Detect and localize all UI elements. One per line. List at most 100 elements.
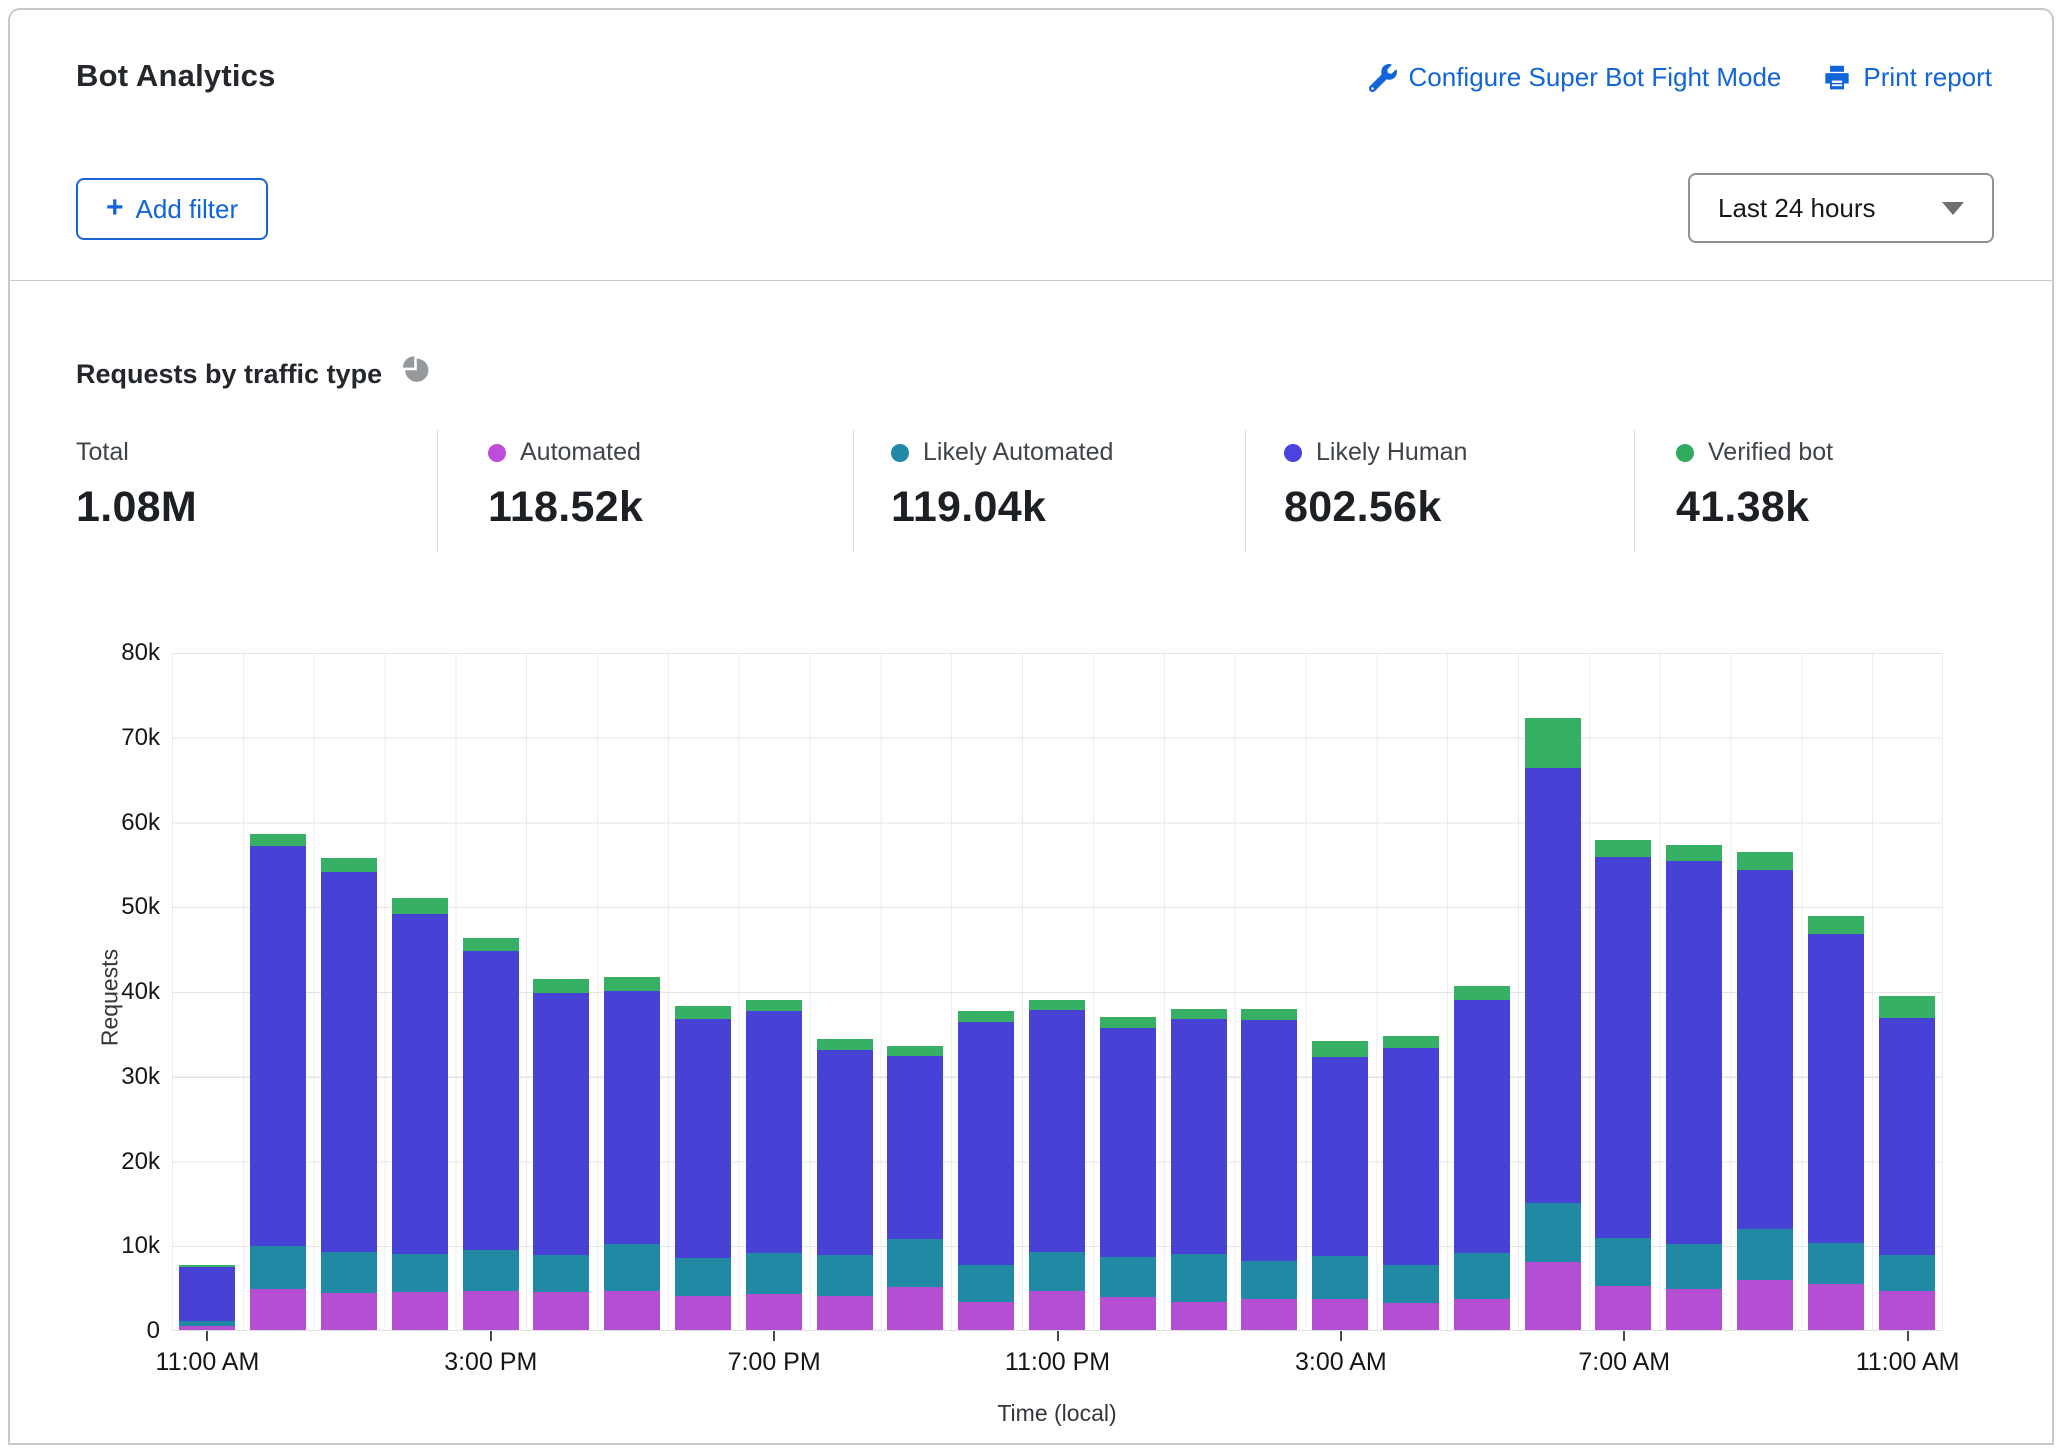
bar-segment-likely_automated[interactable] bbox=[533, 1255, 589, 1292]
stacked-bar[interactable] bbox=[463, 938, 519, 1330]
bar-segment-automated[interactable] bbox=[392, 1292, 448, 1330]
stacked-bar[interactable] bbox=[887, 1046, 943, 1330]
bar-segment-likely_human[interactable] bbox=[392, 914, 448, 1254]
bar-segment-verified_bot[interactable] bbox=[675, 1006, 731, 1019]
bar-segment-automated[interactable] bbox=[1241, 1299, 1297, 1330]
bar-segment-verified_bot[interactable] bbox=[817, 1039, 873, 1050]
bar-segment-verified_bot[interactable] bbox=[958, 1011, 1014, 1022]
bar-segment-automated[interactable] bbox=[746, 1294, 802, 1330]
bar-segment-automated[interactable] bbox=[958, 1302, 1014, 1330]
bar-segment-verified_bot[interactable] bbox=[1666, 845, 1722, 862]
bar-segment-automated[interactable] bbox=[1312, 1299, 1368, 1330]
bar-segment-likely_automated[interactable] bbox=[958, 1265, 1014, 1302]
bar-segment-likely_automated[interactable] bbox=[1595, 1238, 1651, 1286]
stacked-bar[interactable] bbox=[1454, 986, 1510, 1330]
bar-segment-automated[interactable] bbox=[817, 1296, 873, 1330]
bar-segment-likely_automated[interactable] bbox=[463, 1250, 519, 1291]
bar-segment-automated[interactable] bbox=[1879, 1291, 1935, 1330]
configure-super-bot-fight-mode-link[interactable]: Configure Super Bot Fight Mode bbox=[1369, 62, 1782, 93]
bar-segment-likely_human[interactable] bbox=[1454, 1000, 1510, 1254]
stacked-bar[interactable] bbox=[1029, 1000, 1085, 1330]
bar-segment-likely_human[interactable] bbox=[321, 872, 377, 1251]
stacked-bar[interactable] bbox=[1595, 840, 1651, 1330]
bar-segment-likely_human[interactable] bbox=[1879, 1018, 1935, 1255]
bar-segment-likely_automated[interactable] bbox=[887, 1239, 943, 1288]
bar-segment-verified_bot[interactable] bbox=[463, 938, 519, 952]
bar-segment-likely_human[interactable] bbox=[250, 846, 306, 1246]
bar-segment-likely_human[interactable] bbox=[1595, 857, 1651, 1238]
bar-segment-verified_bot[interactable] bbox=[1100, 1017, 1156, 1028]
bar-segment-automated[interactable] bbox=[1595, 1286, 1651, 1330]
bar-segment-likely_human[interactable] bbox=[179, 1267, 235, 1321]
bar-segment-likely_automated[interactable] bbox=[392, 1254, 448, 1292]
stacked-bar[interactable] bbox=[1171, 1009, 1227, 1330]
stacked-bar[interactable] bbox=[746, 1000, 802, 1330]
bar-segment-likely_human[interactable] bbox=[1241, 1020, 1297, 1261]
bar-segment-likely_automated[interactable] bbox=[1879, 1255, 1935, 1291]
bar-segment-verified_bot[interactable] bbox=[1595, 840, 1651, 857]
add-filter-button[interactable]: + Add filter bbox=[76, 178, 268, 240]
bar-segment-likely_human[interactable] bbox=[1808, 934, 1864, 1243]
bar-segment-likely_human[interactable] bbox=[1171, 1019, 1227, 1254]
bar-segment-verified_bot[interactable] bbox=[392, 898, 448, 914]
bar-segment-automated[interactable] bbox=[321, 1293, 377, 1330]
stacked-bar[interactable] bbox=[1241, 1009, 1297, 1330]
bar-segment-verified_bot[interactable] bbox=[887, 1046, 943, 1056]
bar-segment-likely_automated[interactable] bbox=[1241, 1261, 1297, 1299]
bar-segment-likely_automated[interactable] bbox=[1312, 1256, 1368, 1298]
stacked-bar[interactable] bbox=[179, 1265, 235, 1330]
bar-segment-likely_human[interactable] bbox=[604, 991, 660, 1244]
bar-segment-verified_bot[interactable] bbox=[1171, 1009, 1227, 1019]
bar-segment-verified_bot[interactable] bbox=[1808, 916, 1864, 934]
bar-segment-automated[interactable] bbox=[887, 1287, 943, 1330]
stacked-bar[interactable] bbox=[1383, 1036, 1439, 1330]
bar-segment-verified_bot[interactable] bbox=[1312, 1041, 1368, 1057]
bar-segment-verified_bot[interactable] bbox=[1029, 1000, 1085, 1009]
bar-segment-automated[interactable] bbox=[1666, 1289, 1722, 1330]
bar-segment-likely_human[interactable] bbox=[463, 951, 519, 1250]
bar-segment-verified_bot[interactable] bbox=[533, 979, 589, 993]
bar-segment-verified_bot[interactable] bbox=[1525, 718, 1581, 768]
bar-segment-automated[interactable] bbox=[1100, 1297, 1156, 1331]
stacked-bar[interactable] bbox=[1666, 845, 1722, 1330]
bar-segment-automated[interactable] bbox=[1525, 1262, 1581, 1330]
bar-segment-automated[interactable] bbox=[463, 1291, 519, 1330]
bar-segment-automated[interactable] bbox=[179, 1326, 235, 1330]
bar-segment-likely_human[interactable] bbox=[746, 1011, 802, 1254]
bar-segment-likely_automated[interactable] bbox=[817, 1255, 873, 1295]
bar-segment-verified_bot[interactable] bbox=[1879, 996, 1935, 1018]
bar-segment-likely_automated[interactable] bbox=[250, 1246, 306, 1288]
bar-segment-automated[interactable] bbox=[1808, 1284, 1864, 1330]
stacked-bar[interactable] bbox=[1879, 996, 1935, 1330]
bar-segment-likely_human[interactable] bbox=[1525, 768, 1581, 1203]
bar-segment-likely_automated[interactable] bbox=[746, 1253, 802, 1294]
bar-segment-likely_human[interactable] bbox=[1383, 1048, 1439, 1265]
bar-segment-likely_automated[interactable] bbox=[1525, 1203, 1581, 1262]
bar-segment-likely_human[interactable] bbox=[817, 1050, 873, 1255]
bar-segment-verified_bot[interactable] bbox=[604, 977, 660, 991]
stacked-bar[interactable] bbox=[675, 1006, 731, 1330]
bar-segment-likely_human[interactable] bbox=[958, 1022, 1014, 1264]
stacked-bar[interactable] bbox=[817, 1039, 873, 1330]
bar-segment-automated[interactable] bbox=[1737, 1280, 1793, 1330]
bar-segment-automated[interactable] bbox=[533, 1292, 589, 1330]
bar-segment-automated[interactable] bbox=[675, 1296, 731, 1330]
stacked-bar[interactable] bbox=[392, 898, 448, 1330]
bar-segment-verified_bot[interactable] bbox=[746, 1000, 802, 1010]
bar-segment-likely_automated[interactable] bbox=[1454, 1253, 1510, 1299]
bar-segment-likely_human[interactable] bbox=[1029, 1010, 1085, 1252]
print-report-link[interactable]: Print report bbox=[1823, 62, 1992, 93]
bar-segment-likely_automated[interactable] bbox=[1383, 1265, 1439, 1304]
stacked-bar[interactable] bbox=[250, 834, 306, 1330]
time-range-dropdown[interactable]: Last 24 hours bbox=[1688, 173, 1994, 243]
bar-segment-likely_automated[interactable] bbox=[321, 1252, 377, 1294]
bar-segment-likely_human[interactable] bbox=[675, 1019, 731, 1258]
bar-segment-likely_human[interactable] bbox=[1737, 870, 1793, 1229]
stacked-bar[interactable] bbox=[1737, 852, 1793, 1330]
bar-segment-likely_human[interactable] bbox=[533, 993, 589, 1256]
bar-segment-likely_automated[interactable] bbox=[1666, 1244, 1722, 1289]
bar-segment-verified_bot[interactable] bbox=[321, 858, 377, 872]
bar-segment-automated[interactable] bbox=[250, 1289, 306, 1331]
stacked-bar[interactable] bbox=[1525, 718, 1581, 1330]
bar-segment-likely_human[interactable] bbox=[1666, 861, 1722, 1243]
